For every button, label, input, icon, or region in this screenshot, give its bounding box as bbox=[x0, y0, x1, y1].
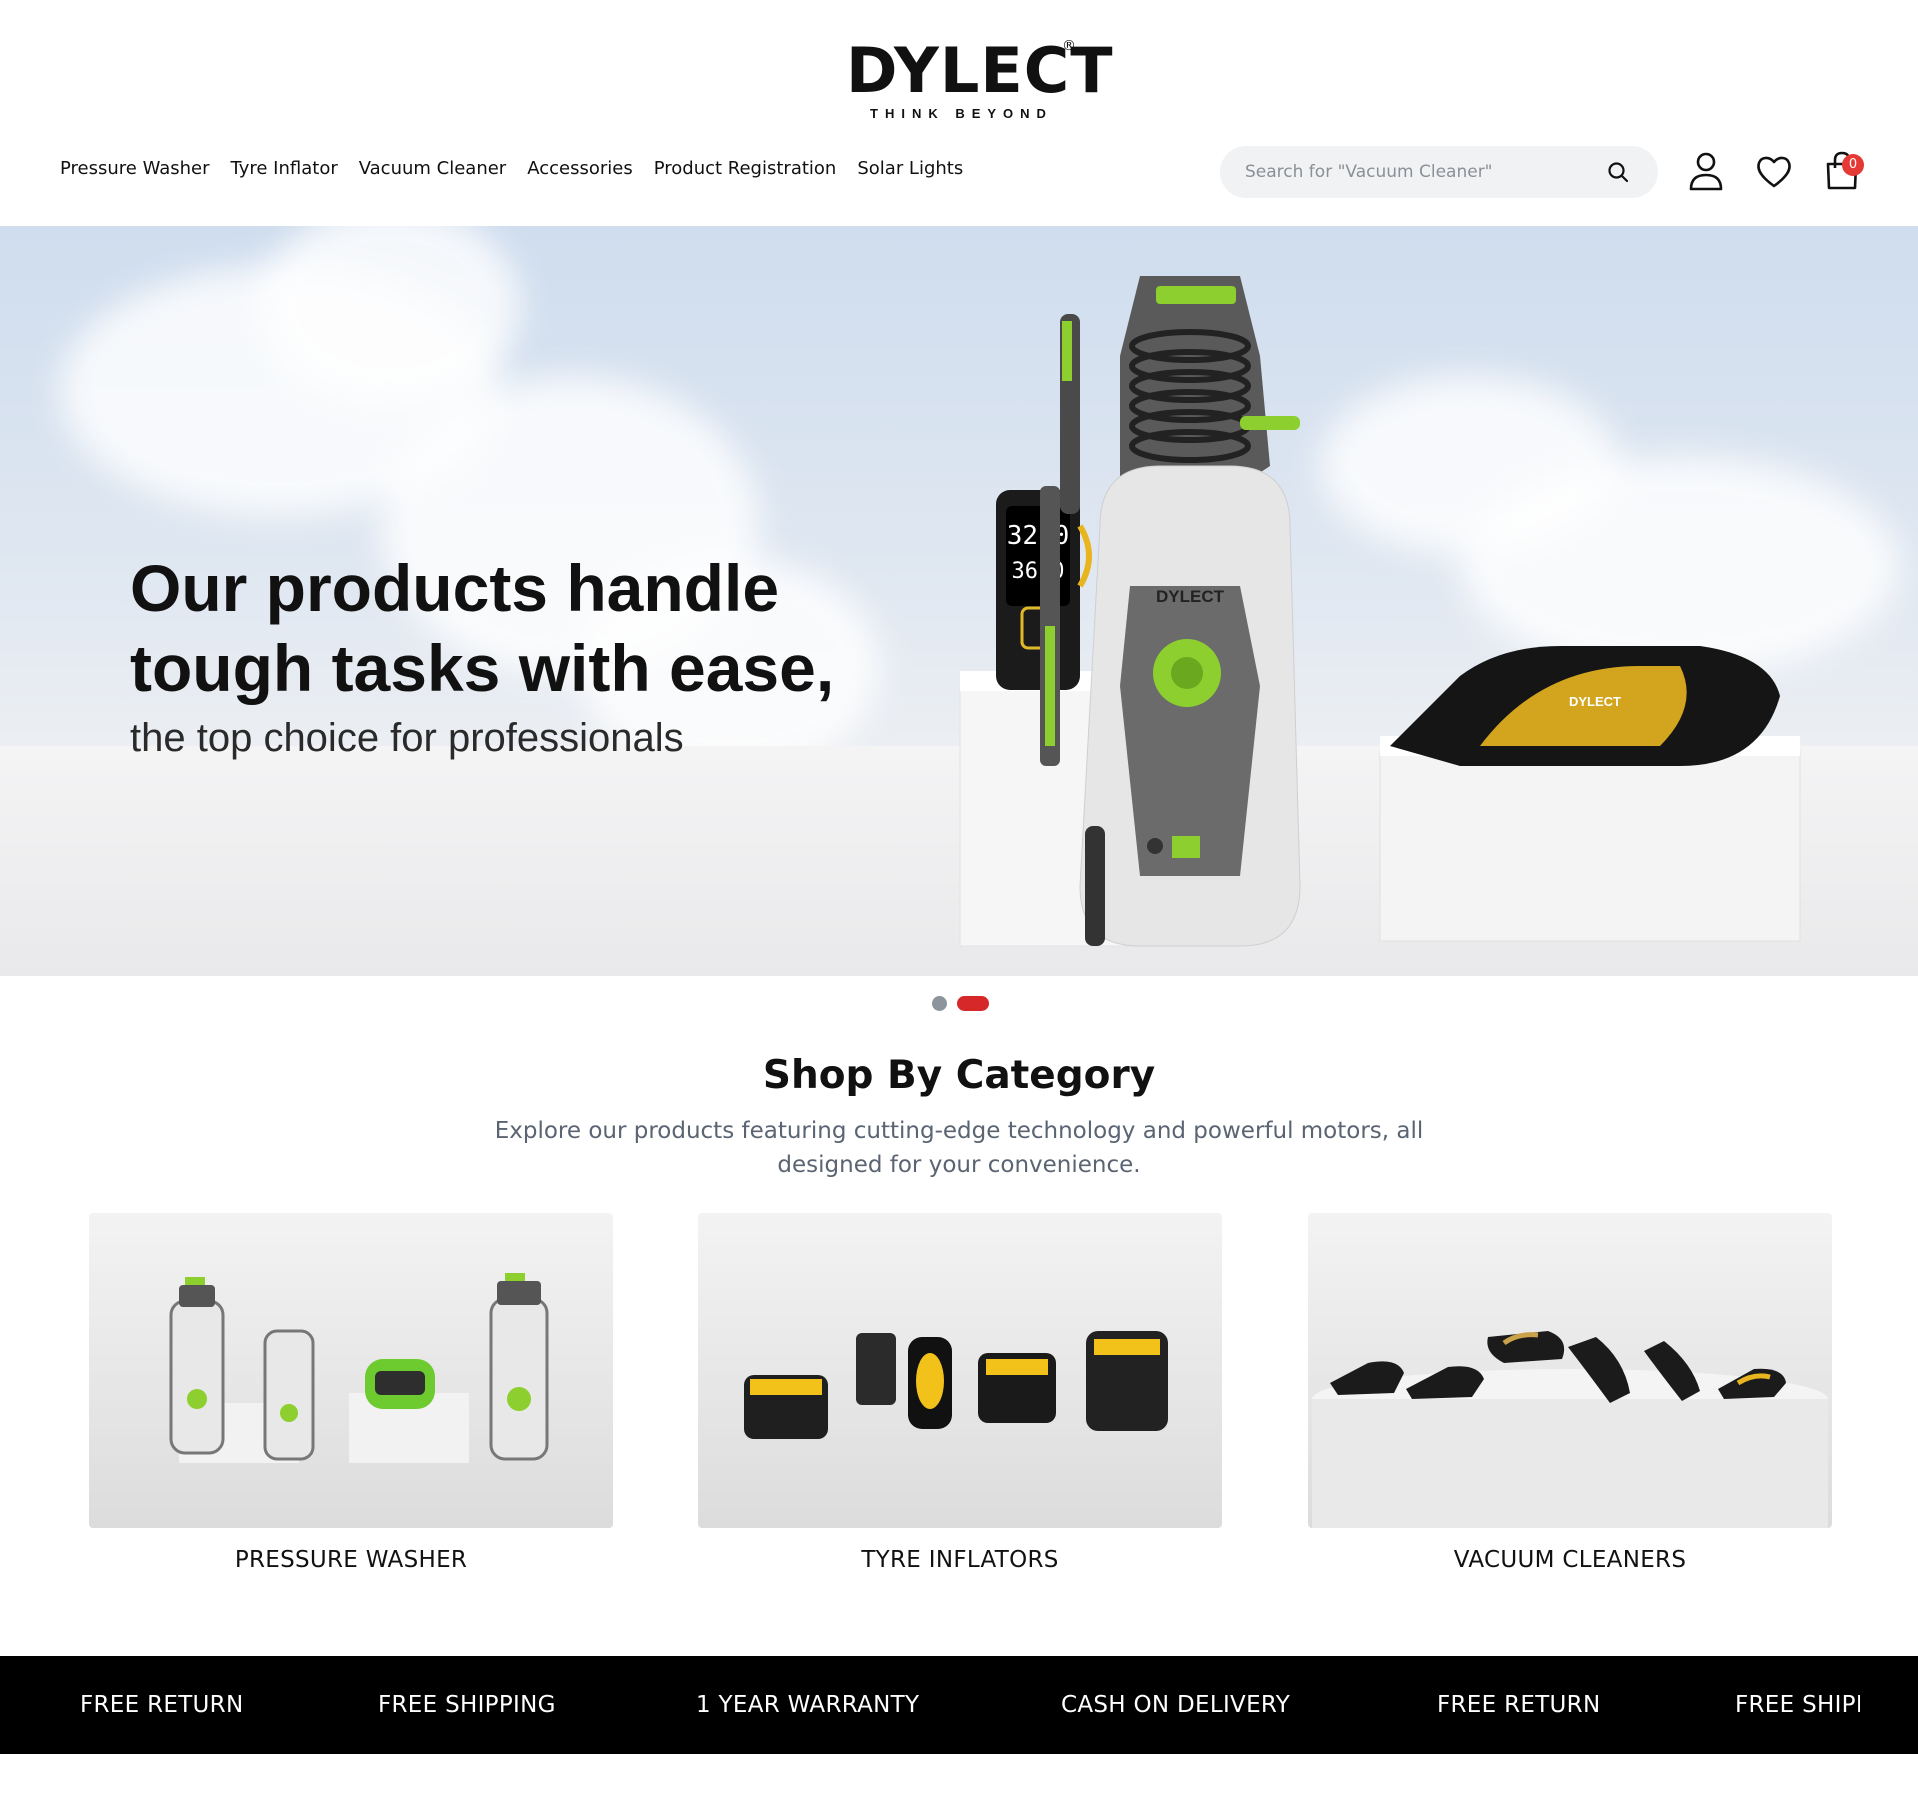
nav-item-product-registration[interactable]: Product Registration bbox=[654, 158, 837, 179]
handheld-vacuum-device: DYLECT bbox=[1390, 646, 1780, 766]
hero-headline: Our products handle tough tasks with eas… bbox=[130, 551, 835, 705]
nav-item-solar-lights[interactable]: Solar Lights bbox=[857, 158, 963, 179]
feature-free-shipping: FREE SHIPPING bbox=[378, 1692, 556, 1718]
heart-icon[interactable] bbox=[1754, 150, 1794, 192]
main-nav: Pressure Washer Tyre Inflator Vacuum Cle… bbox=[60, 158, 963, 179]
nav-item-vacuum-cleaner[interactable]: Vacuum Cleaner bbox=[359, 158, 506, 179]
nav-item-pressure-washer[interactable]: Pressure Washer bbox=[60, 158, 210, 179]
category-image-pressure-washer[interactable] bbox=[89, 1213, 613, 1528]
category-section-title: Shop By Category bbox=[762, 1053, 1156, 1098]
brand-tagline: THINK BEYOND bbox=[870, 106, 1053, 121]
marquee-edge bbox=[1860, 1656, 1918, 1754]
category-label-pressure-washer[interactable]: PRESSURE WASHER bbox=[89, 1547, 613, 1573]
carousel-dot[interactable] bbox=[932, 996, 947, 1011]
user-icon[interactable] bbox=[1686, 150, 1726, 192]
nav-item-tyre-inflator[interactable]: Tyre Inflator bbox=[231, 158, 338, 179]
category-label-vacuum-cleaners[interactable]: VACUUM CLEANERS bbox=[1308, 1547, 1832, 1573]
feature-free-return: FREE RETURN bbox=[1437, 1692, 1601, 1718]
brand-logo[interactable]: DYLECT ® THINK BEYOND bbox=[842, 38, 1113, 122]
feature-free-return: FREE RETURN bbox=[80, 1692, 244, 1718]
registered-mark: ® bbox=[1062, 38, 1076, 54]
search-placeholder: Search for "Vacuum Cleaner" bbox=[1245, 162, 1493, 182]
search-input[interactable]: Search for "Vacuum Cleaner" bbox=[1220, 146, 1658, 198]
category-card-pressure-washer[interactable]: PRESSURE WASHER bbox=[89, 1213, 613, 1573]
features-marquee: FREE RETURN FREE SHIPPING 1 YEAR WARRANT… bbox=[0, 1656, 1918, 1754]
hero-subheadline: the top choice for professionals bbox=[130, 716, 684, 760]
feature-warranty: 1 YEAR WARRANTY bbox=[696, 1692, 920, 1718]
category-label-tyre-inflators[interactable]: TYRE INFLATORS bbox=[698, 1547, 1222, 1573]
feature-cash-on-delivery: CASH ON DELIVERY bbox=[1061, 1692, 1291, 1718]
nav-item-accessories[interactable]: Accessories bbox=[527, 158, 633, 179]
category-image-tyre-inflators[interactable] bbox=[698, 1213, 1222, 1528]
carousel-dots bbox=[932, 996, 989, 1011]
svg-text:DYLECT: DYLECT bbox=[1569, 694, 1621, 709]
carousel-dot-active[interactable] bbox=[957, 996, 989, 1011]
category-card-vacuum-cleaners[interactable]: VACUUM CLEANERS bbox=[1308, 1213, 1832, 1573]
hero-banner[interactable]: Our products handle tough tasks with eas… bbox=[0, 226, 1918, 976]
category-card-tyre-inflators[interactable]: TYRE INFLATORS bbox=[698, 1213, 1222, 1573]
category-image-vacuum-cleaners[interactable] bbox=[1308, 1213, 1832, 1528]
cart-count-badge: 0 bbox=[1842, 154, 1864, 176]
hero-products-image: 32.0 36.0 DYLECT DYLECT bbox=[959, 276, 1801, 947]
svg-text:DYLECT: DYLECT bbox=[1156, 587, 1225, 606]
category-section-description: Explore our products featuring cutting-e… bbox=[494, 1118, 1424, 1178]
search-icon[interactable] bbox=[1606, 160, 1630, 184]
